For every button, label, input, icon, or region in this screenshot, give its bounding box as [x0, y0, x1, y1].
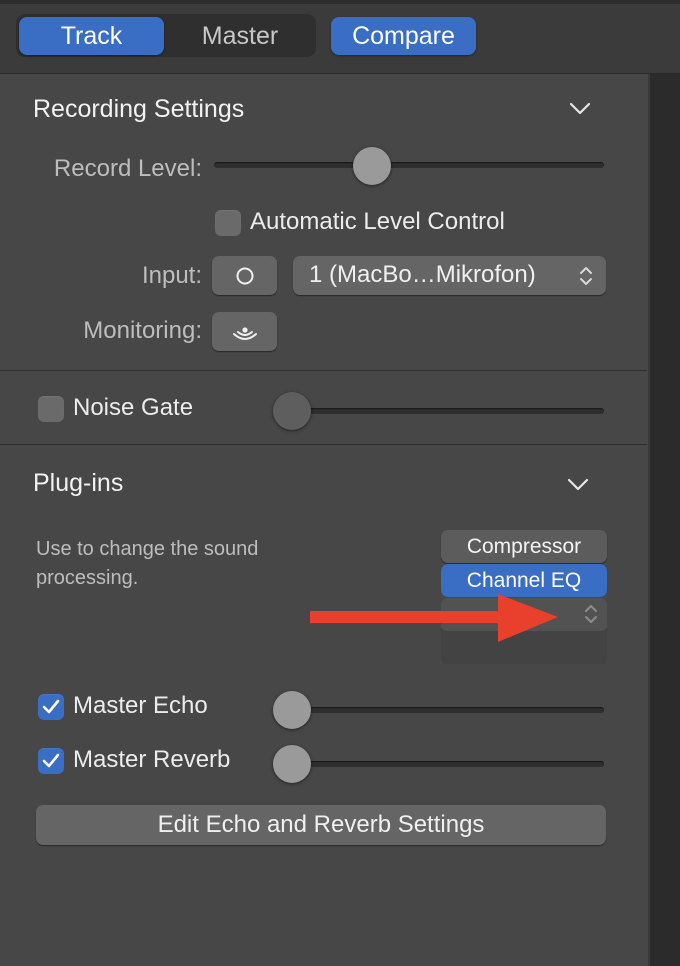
noise-gate-slider-knob[interactable] — [273, 392, 311, 430]
chevron-down-icon[interactable] — [568, 97, 592, 121]
automatic-level-control-checkbox[interactable] — [215, 210, 241, 236]
checkmark-icon — [42, 753, 60, 768]
automatic-level-control-label: Automatic Level Control — [250, 208, 505, 235]
monitoring-waves-icon — [233, 327, 257, 340]
master-echo-checkbox[interactable] — [38, 694, 64, 720]
section-divider — [0, 444, 647, 445]
right-edge-divider — [648, 74, 650, 966]
master-reverb-slider-knob[interactable] — [273, 745, 311, 783]
edit-echo-reverb-button[interactable]: Edit Echo and Reverb Settings — [36, 805, 606, 845]
plugins-description: Use to change the sound processing. — [36, 538, 259, 589]
master-echo-slider-track[interactable] — [290, 707, 604, 713]
master-reverb-slider-track[interactable] — [290, 761, 604, 767]
master-reverb-label: Master Reverb — [73, 746, 231, 773]
tab-master[interactable]: Master — [166, 17, 314, 55]
section-divider — [0, 370, 647, 371]
record-level-slider-track[interactable] — [214, 162, 604, 168]
input-format-button[interactable] — [212, 256, 277, 295]
window-edge — [0, 0, 680, 4]
checkmark-icon — [42, 699, 60, 714]
input-label: Input: — [141, 262, 202, 289]
master-echo-label: Master Echo — [73, 692, 208, 719]
annotation-arrow-icon — [310, 594, 558, 642]
noise-gate-checkbox[interactable] — [38, 396, 64, 422]
monitoring-button[interactable] — [212, 312, 277, 351]
noise-gate-label: Noise Gate — [73, 394, 194, 421]
noise-gate-slider-track[interactable] — [290, 408, 604, 414]
input-source-value: 1 (MacBo…Mikrofon) — [309, 261, 536, 288]
input-source-select[interactable]: 1 (MacBo…Mikrofon) — [293, 256, 606, 295]
chevron-down-icon[interactable] — [566, 473, 590, 497]
tab-track[interactable]: Track — [19, 17, 164, 55]
select-stepper-icon — [585, 605, 597, 623]
right-edge-panel — [648, 74, 680, 966]
plugin-slot-compressor[interactable]: Compressor — [441, 530, 607, 563]
record-level-label: Record Level: — [53, 155, 202, 182]
master-echo-slider-knob[interactable] — [273, 691, 311, 729]
plugins-title: Plug-ins — [33, 469, 124, 497]
record-level-slider-knob[interactable] — [353, 147, 391, 185]
monitoring-label: Monitoring: — [83, 317, 202, 344]
master-reverb-checkbox[interactable] — [38, 748, 64, 774]
mono-circle-icon — [236, 267, 254, 285]
select-stepper-icon — [580, 267, 592, 285]
compare-button[interactable]: Compare — [331, 17, 476, 55]
recording-settings-title: Recording Settings — [33, 95, 245, 123]
